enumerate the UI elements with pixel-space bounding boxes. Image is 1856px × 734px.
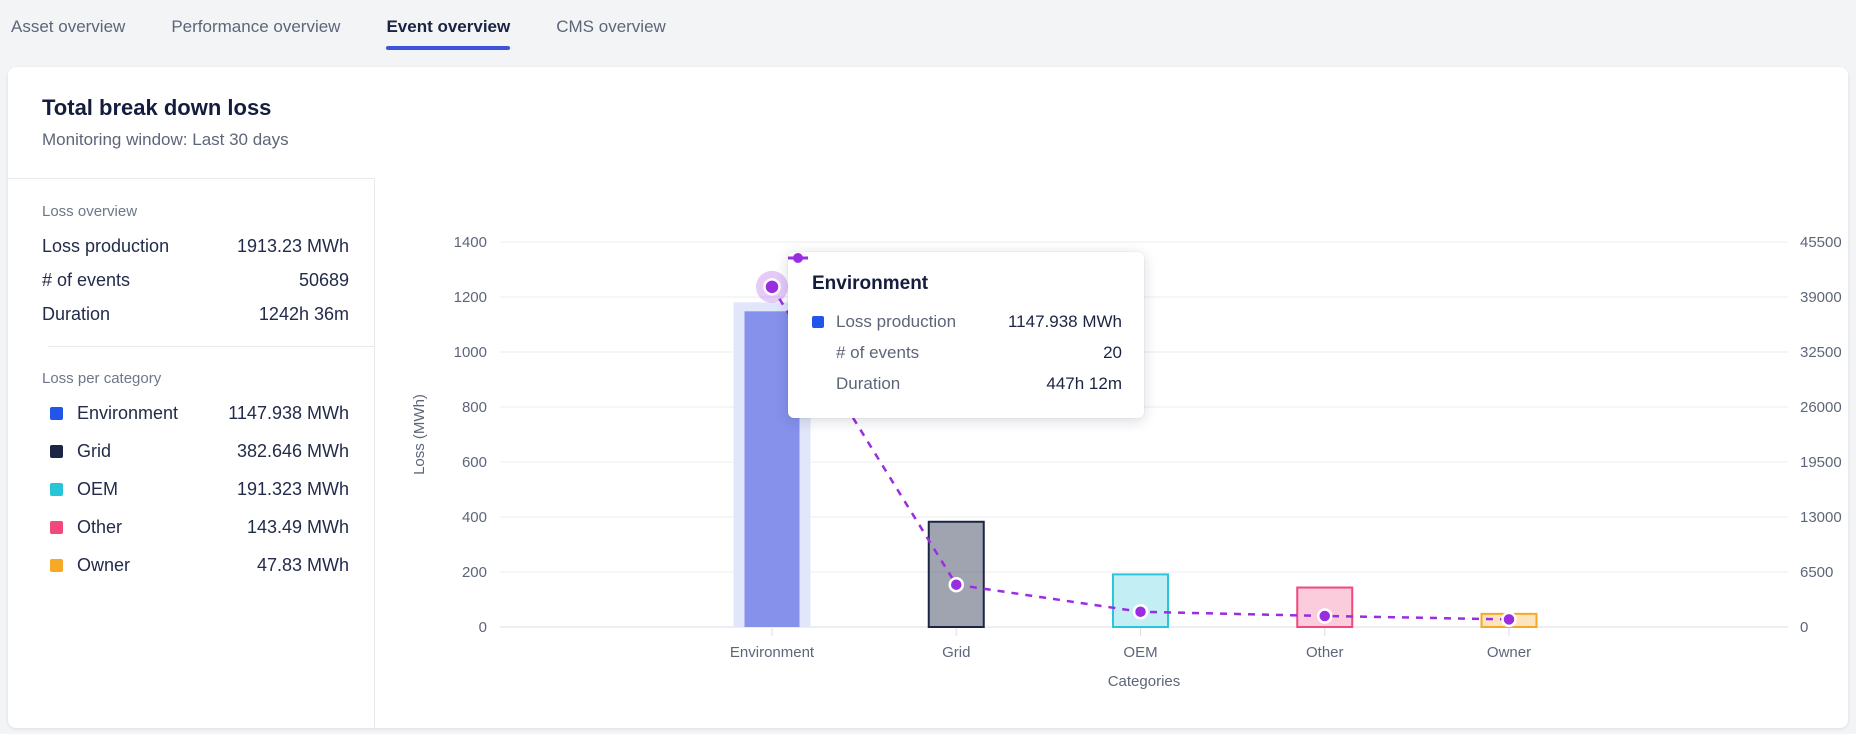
loss-per-category-heading: Loss per category xyxy=(42,370,162,387)
left-axis-tick: 1400 xyxy=(454,234,487,251)
tab-bar: Asset overview Performance overview Event … xyxy=(0,0,1856,53)
stat-label: Duration xyxy=(42,304,111,324)
duration-point-environment[interactable] xyxy=(763,278,781,296)
stat-row-loss-production: Loss production 1913.23 MWh xyxy=(42,235,349,257)
duration-point-grid[interactable] xyxy=(948,576,964,593)
x-axis-tick: Owner xyxy=(1487,644,1531,661)
category-label: Grid xyxy=(77,441,112,461)
right-axis-tick: 26000 xyxy=(1800,399,1842,416)
breakdown-card: Total break down loss Monitoring window:… xyxy=(8,67,1848,728)
loss-overview-heading: Loss overview xyxy=(42,203,138,220)
tooltip-row-duration: Duration 447h 12m xyxy=(788,253,1122,394)
left-axis-tick: 200 xyxy=(462,564,487,581)
card-header: Total break down loss Monitoring window:… xyxy=(42,95,289,150)
right-axis-tick: 13000 xyxy=(1800,509,1842,526)
tooltip-label: Loss production xyxy=(836,312,957,331)
left-axis-tick: 800 xyxy=(462,399,487,416)
left-axis-tick: 400 xyxy=(462,509,487,526)
x-axis-tick: Grid xyxy=(942,644,970,661)
category-swatch-icon xyxy=(50,406,63,420)
bar-grid[interactable] xyxy=(927,520,985,628)
tooltip-row-of-events: # of events 20 xyxy=(812,343,1122,363)
category-row-environment: Environment 1147.938 MWh xyxy=(42,402,349,424)
breakdown-chart[interactable]: 0 200 400 600 800 1000 1200 1400 0 6500 13000 19500… xyxy=(375,178,1848,728)
tooltip-value: 1147.938 MWh xyxy=(1007,312,1122,331)
tab-event-overview[interactable]: Event overview xyxy=(386,0,510,53)
duration-point-oem[interactable] xyxy=(1132,604,1149,620)
category-label: Environment xyxy=(77,403,179,423)
loss-per-category-rows: Environment 1147.938 MWh Grid 382.646 MWh OE… xyxy=(42,402,349,576)
stat-row-of-events: # of events 50689 xyxy=(42,269,349,291)
stat-value: 1913.23 MWh xyxy=(236,236,349,256)
stat-label: Loss production xyxy=(42,236,170,256)
stat-value: 1242h 36m xyxy=(258,304,349,324)
left-axis-tick: 0 xyxy=(479,619,487,636)
right-axis-tick: 19500 xyxy=(1800,454,1842,471)
category-value: 382.646 MWh xyxy=(236,441,349,461)
duration-point-other[interactable] xyxy=(1317,608,1333,624)
category-label: OEM xyxy=(77,479,119,499)
tooltip-label: Duration xyxy=(836,374,901,393)
monitoring-window: Monitoring window: Last 30 days xyxy=(42,130,289,149)
right-axis-tick: 0 xyxy=(1800,619,1808,636)
tooltip-title: Environment xyxy=(812,273,929,294)
tooltip-value: 20 xyxy=(1103,343,1122,362)
left-axis-tick: 600 xyxy=(462,454,487,471)
tab-performance-overview[interactable]: Performance overview xyxy=(171,0,340,53)
right-axis-tick: 32500 xyxy=(1800,344,1842,361)
category-value: 191.323 MWh xyxy=(236,479,349,499)
category-value: 47.83 MWh xyxy=(256,555,349,575)
category-row-owner: Owner 47.83 MWh xyxy=(42,554,349,576)
stat-label: # of events xyxy=(42,270,131,290)
category-swatch-icon xyxy=(50,558,63,572)
x-axis-title: Categories xyxy=(1108,673,1181,690)
tooltip-rows: Loss production 1147.938 MWh # of events 20… xyxy=(788,253,1122,394)
right-axis-tick: 6500 xyxy=(1800,564,1833,581)
tooltip-label: # of events xyxy=(836,343,920,362)
chart-tooltip: Environment Loss production 1147.938 MWh #… xyxy=(788,252,1144,418)
x-axis-tick: Environment xyxy=(730,644,815,661)
panel-divider xyxy=(48,346,374,347)
category-label: Other xyxy=(77,517,123,537)
tab-cms-overview[interactable]: CMS overview xyxy=(556,0,666,53)
tab-asset-overview[interactable]: Asset overview xyxy=(11,0,125,53)
category-row-other: Other 143.49 MWh xyxy=(42,516,349,538)
category-swatch-icon xyxy=(50,520,63,534)
y-axis-title: Loss (MWh) xyxy=(411,394,428,475)
left-axis-tick: 1000 xyxy=(454,344,487,361)
stat-row-duration: Duration 1242h 36m xyxy=(42,303,349,325)
stat-value: 50689 xyxy=(298,270,349,290)
page-title: Total break down loss xyxy=(42,95,272,120)
loss-overview-rows: Loss production 1913.23 MWh # of events 506… xyxy=(42,235,349,325)
category-row-oem: OEM 191.323 MWh xyxy=(42,478,349,500)
category-swatch-icon xyxy=(50,444,63,458)
loss-summary-panel: Loss overview Loss production 1913.23 MWh… xyxy=(8,178,375,728)
bar-series-marker-icon xyxy=(812,316,836,328)
left-axis-tick: 1200 xyxy=(454,289,487,306)
category-label: Owner xyxy=(77,555,131,575)
x-axis-tick: OEM xyxy=(1123,644,1157,661)
right-axis-tick: 39000 xyxy=(1800,289,1842,306)
x-axis-tick: Other xyxy=(1306,644,1344,661)
duration-point-owner[interactable] xyxy=(1501,611,1517,628)
category-value: 1147.938 MWh xyxy=(228,403,349,423)
right-axis-tick: 45500 xyxy=(1800,234,1842,251)
category-swatch-icon xyxy=(50,482,63,496)
category-row-grid: Grid 382.646 MWh xyxy=(42,440,349,462)
tooltip-value: 447h 12m xyxy=(1046,374,1122,393)
tooltip-row-loss-production: Loss production 1147.938 MWh xyxy=(812,312,1122,332)
category-value: 143.49 MWh xyxy=(246,517,349,537)
